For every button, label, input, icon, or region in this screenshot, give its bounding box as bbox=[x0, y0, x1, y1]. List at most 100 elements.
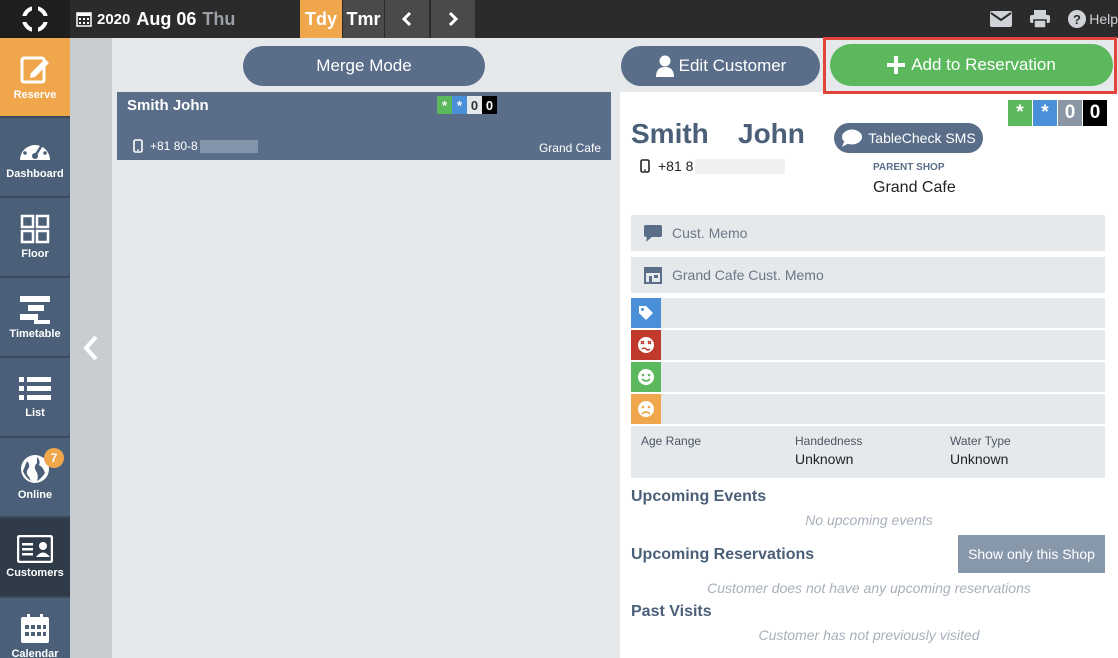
previous-day-button[interactable] bbox=[384, 0, 429, 38]
floor-icon bbox=[20, 214, 50, 244]
sidebar-item-customers[interactable]: Customers bbox=[0, 518, 70, 597]
phone-number: +81 80-8 bbox=[150, 139, 198, 153]
help-icon: ? bbox=[1068, 10, 1087, 28]
dizzy-face-icon bbox=[631, 330, 661, 360]
customer-detail-panel: Edit Customer Add to Reservation * * 0 0… bbox=[620, 38, 1118, 658]
sidebar-item-calendar[interactable]: Calendar bbox=[0, 598, 70, 658]
star-badge: * bbox=[437, 96, 452, 114]
chevron-left-icon bbox=[401, 11, 412, 27]
sidebar-item-label: Dashboard bbox=[6, 168, 64, 180]
print-button[interactable] bbox=[1030, 10, 1051, 28]
customer-list-item[interactable]: Smith John * * 0 0 +81 80-8 Grand Cafe bbox=[117, 92, 611, 160]
mail-button[interactable] bbox=[990, 11, 1013, 27]
phone-redacted bbox=[199, 139, 258, 153]
sidebar-item-online[interactable]: Online 7 bbox=[0, 438, 70, 517]
water-type-value: Unknown bbox=[950, 451, 1009, 467]
tags-row[interactable] bbox=[631, 298, 1105, 328]
store-icon bbox=[644, 267, 662, 284]
upcoming-reservations-empty: Customer does not have any upcoming rese… bbox=[707, 580, 1031, 596]
mobile-phone-icon bbox=[640, 159, 650, 173]
sidebar-item-label: Customers bbox=[6, 567, 64, 579]
upcoming-reservations-title: Upcoming Reservations bbox=[631, 546, 815, 563]
sidebar-item-label: Online bbox=[17, 489, 53, 501]
calendar-icon bbox=[76, 12, 92, 27]
dislikes-row[interactable] bbox=[631, 330, 1105, 360]
upcoming-events-title: Upcoming Events bbox=[631, 488, 767, 505]
past-visits-empty: Customer has not previously visited bbox=[758, 627, 980, 643]
sidebar-item-reserve[interactable]: Reserve bbox=[0, 38, 70, 117]
top-utility-icons: ? Help bbox=[972, 0, 1118, 38]
printer-icon bbox=[1030, 10, 1051, 28]
sidebar-item-label: Floor bbox=[21, 248, 49, 260]
water-type-attribute: Water Type Unknown bbox=[950, 434, 1011, 467]
sidebar-item-dashboard[interactable]: Dashboard bbox=[0, 118, 70, 197]
age-range-attribute: Age Range bbox=[641, 434, 701, 451]
customer-name: Smith John bbox=[127, 97, 209, 114]
top-bar: 2020 Aug 06 Thu Tdy Tmr ? Help bbox=[0, 0, 1118, 38]
sidebar-item-label: Timetable bbox=[9, 328, 61, 340]
tag-icon bbox=[631, 298, 661, 328]
past-visits-title: Past Visits bbox=[631, 603, 712, 620]
smile-icon bbox=[631, 362, 661, 392]
customer-last-name: Smith bbox=[631, 118, 709, 149]
customer-first-name: John bbox=[738, 118, 805, 149]
date-year: 2020 bbox=[97, 10, 131, 28]
customer-card-icon bbox=[17, 535, 53, 563]
star-badge: * bbox=[452, 96, 467, 114]
collapse-panel-toggle[interactable] bbox=[70, 38, 112, 658]
customer-badges: * * 0 0 bbox=[1008, 100, 1108, 126]
sms-label: TableCheck SMS bbox=[868, 130, 976, 146]
help-button[interactable]: ? Help bbox=[1068, 10, 1118, 28]
shop-memo-field[interactable]: Grand Cafe Cust. Memo bbox=[631, 257, 1105, 293]
mobile-phone-icon bbox=[133, 139, 143, 153]
edit-customer-button[interactable]: Edit Customer bbox=[621, 46, 820, 86]
next-day-button[interactable] bbox=[430, 0, 475, 38]
sidebar-item-label: List bbox=[25, 407, 45, 419]
customer-shop: Grand Cafe bbox=[538, 141, 601, 155]
sidebar-item-label: Reserve bbox=[13, 89, 57, 101]
sidebar-item-floor[interactable]: Floor bbox=[0, 198, 70, 277]
sidebar-item-label: Calendar bbox=[11, 648, 59, 658]
tablecheck-sms-button[interactable]: TableCheck SMS bbox=[834, 123, 983, 153]
shop-memo-label: Grand Cafe Cust. Memo bbox=[672, 267, 824, 283]
plus-icon bbox=[887, 56, 906, 74]
age-range-label: Age Range bbox=[641, 434, 702, 448]
date-selector[interactable]: 2020 Aug 06 Thu bbox=[70, 0, 300, 38]
sidebar-item-timetable[interactable]: Timetable bbox=[0, 278, 70, 357]
customer-attributes: Age Range Handedness Unknown Water Type … bbox=[631, 426, 1105, 478]
tomorrow-button[interactable]: Tmr bbox=[342, 0, 384, 38]
sidebar: Reserve Dashboard Floor Timetable List O… bbox=[0, 38, 70, 658]
customer-phone: +81 80-8 bbox=[133, 139, 258, 153]
merge-mode-button[interactable]: Merge Mode bbox=[243, 46, 485, 86]
customer-memo-field[interactable]: Cust. Memo bbox=[631, 215, 1105, 251]
customer-memo-label: Cust. Memo bbox=[672, 225, 748, 241]
handedness-label: Handedness bbox=[795, 434, 863, 448]
upcoming-events-empty: No upcoming events bbox=[805, 512, 933, 528]
complaints-row[interactable] bbox=[631, 394, 1105, 424]
parent-shop-value: Grand Cafe bbox=[873, 179, 956, 196]
frown-icon bbox=[631, 394, 661, 424]
chevron-left-icon bbox=[83, 335, 98, 361]
star-badge: * bbox=[1033, 100, 1057, 126]
date-weekday: Thu bbox=[202, 8, 236, 29]
calendar-icon bbox=[21, 614, 49, 643]
count-badge: 0 bbox=[1058, 100, 1082, 126]
add-to-reservation-button[interactable]: Add to Reservation bbox=[830, 44, 1113, 86]
show-only-this-shop-button[interactable]: Show only this Shop bbox=[958, 535, 1105, 573]
list-icon bbox=[19, 377, 51, 400]
help-label: Help bbox=[1089, 11, 1118, 27]
parent-shop-label: PARENT SHOP bbox=[873, 162, 945, 173]
customer-list-panel: Merge Mode Smith John * * 0 0 +81 80-8 G… bbox=[112, 38, 620, 658]
edit-customer-label: Edit Customer bbox=[678, 56, 787, 75]
dashboard-icon bbox=[20, 140, 50, 160]
phone-number: +81 8 bbox=[658, 158, 694, 174]
user-icon bbox=[655, 55, 674, 77]
app-logo[interactable] bbox=[0, 0, 70, 38]
customer-badges: * * 0 0 bbox=[437, 96, 497, 114]
sidebar-item-list[interactable]: List bbox=[0, 358, 70, 437]
today-button[interactable]: Tdy bbox=[300, 0, 342, 38]
likes-row[interactable] bbox=[631, 362, 1105, 392]
date-month-day: Aug 06 bbox=[136, 8, 197, 29]
edit-icon bbox=[20, 56, 49, 84]
comment-icon bbox=[644, 225, 662, 242]
